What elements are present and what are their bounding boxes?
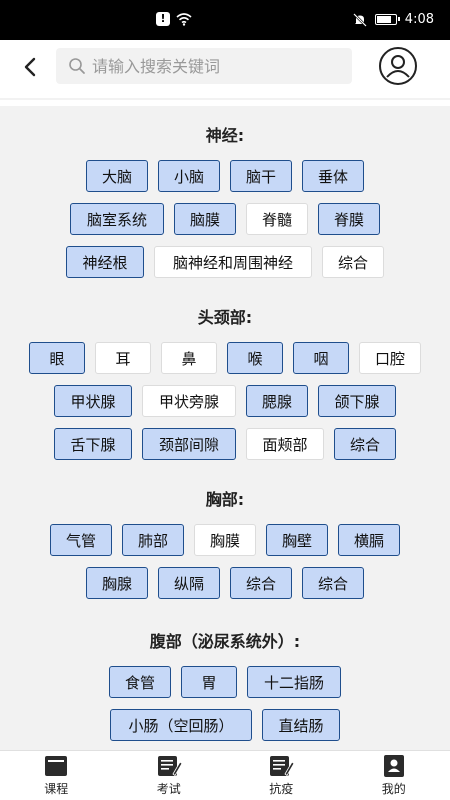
status-left: ! (156, 12, 192, 26)
category-tag[interactable]: 脑干 (230, 160, 292, 192)
category-tag[interactable]: 综合 (334, 428, 396, 460)
nav-course[interactable]: 课程 (0, 751, 113, 800)
nav-profile[interactable]: 我的 (338, 751, 450, 800)
tag-row: 甲状腺 甲状旁腺 腮腺 颌下腺 (0, 385, 450, 417)
category-tag[interactable]: 甲状腺 (54, 385, 132, 417)
category-tag[interactable]: 横膈 (338, 524, 400, 556)
nav-label: 考试 (156, 782, 181, 796)
tag-row: 小肠（空回肠） 直结肠 (0, 709, 450, 741)
category-tag[interactable]: 气管 (50, 524, 112, 556)
category-tag[interactable]: 颌下腺 (318, 385, 396, 417)
category-tag[interactable]: 胸腺 (86, 567, 148, 599)
category-tag[interactable]: 舌下腺 (54, 428, 132, 460)
tag-row: 大脑 小脑 脑干 垂体 (0, 160, 450, 192)
category-tag[interactable]: 脑室系统 (70, 203, 164, 235)
category-tag[interactable]: 腮腺 (246, 385, 308, 417)
category-tag[interactable]: 胸壁 (266, 524, 328, 556)
tag-row: 脑室系统 脑膜 脊髓 脊膜 (0, 203, 450, 235)
category-tag[interactable]: 耳 (95, 342, 151, 374)
wifi-icon (176, 12, 192, 26)
category-tag[interactable]: 脑神经和周围神经 (154, 246, 312, 278)
category-tag[interactable]: 眼 (29, 342, 85, 374)
status-bar: ! 4:08 (0, 0, 450, 40)
category-tag[interactable]: 十二指肠 (247, 666, 341, 698)
category-list: 神经: 大脑 小脑 脑干 垂体 脑室系统 脑膜 脊髓 脊膜 神经根 脑神经和周围神经 综合 头颈部: 眼耳… (0, 98, 450, 750)
category-tag[interactable]: 胃 (181, 666, 237, 698)
tag-row: 神经根 脑神经和周围神经 综合 (0, 246, 450, 278)
category-tag[interactable]: 综合 (302, 567, 364, 599)
bottom-nav: 课程 考试 抗疫 我的 (0, 750, 450, 800)
tag-row: 气管 肺部 胸膜 胸壁 横膈 (0, 524, 450, 556)
category-tag[interactable]: 神经根 (66, 246, 144, 278)
antiepidemic-icon (270, 756, 295, 777)
section-title: 神经: (205, 126, 245, 145)
tag-row: 舌下腺 颈部间隙 面颊部 综合 (0, 428, 450, 460)
category-tag[interactable]: 大脑 (86, 160, 148, 192)
category-tag[interactable]: 肺部 (122, 524, 184, 556)
section-title: 头颈部: (197, 308, 253, 327)
category-tag[interactable]: 颈部间隙 (142, 428, 236, 460)
category-tag[interactable]: 脊髓 (246, 203, 308, 235)
section-title: 胸部: (205, 490, 245, 509)
section-title: 腹部（泌尿系统外）: (149, 632, 301, 651)
search-bar[interactable] (56, 48, 352, 84)
category-tag[interactable]: 口腔 (359, 342, 421, 374)
user-avatar-icon[interactable] (378, 46, 418, 86)
tag-row: 胸腺 纵隔 综合 综合 (0, 567, 450, 599)
category-tag[interactable]: 纵隔 (158, 567, 220, 599)
profile-icon (383, 755, 404, 777)
category-tag[interactable]: 脑膜 (174, 203, 236, 235)
category-tag[interactable]: 脊膜 (318, 203, 380, 235)
category-tag[interactable]: 综合 (230, 567, 292, 599)
category-tag[interactable]: 咽 (293, 342, 349, 374)
category-tag[interactable]: 鼻 (161, 342, 217, 374)
category-tag[interactable]: 喉 (227, 342, 283, 374)
category-tag[interactable]: 直结肠 (262, 709, 340, 741)
category-tag[interactable]: 胸膜 (194, 524, 256, 556)
search-input[interactable] (92, 56, 332, 76)
category-tag[interactable]: 综合 (322, 246, 384, 278)
nav-label: 课程 (44, 782, 69, 796)
battery-icon (374, 14, 400, 25)
nav-antiepidemic[interactable]: 抗疫 (225, 751, 338, 800)
clock: 4:08 (404, 12, 434, 27)
status-right: 4:08 (352, 12, 434, 27)
search-icon (69, 58, 85, 74)
nav-label: 抗疫 (269, 782, 294, 796)
category-tag[interactable]: 食管 (109, 666, 171, 698)
app-root: ! 4:08 请输入搜索关键词 神经: 大脑 小脑 脑干 垂体 脑室系统 脑膜 … (0, 0, 450, 800)
category-tag[interactable]: 小肠（空回肠） (110, 709, 252, 741)
app-header (0, 40, 450, 98)
category-tag[interactable]: 甲状旁腺 (142, 385, 236, 417)
exam-icon (157, 756, 182, 777)
nav-label: 我的 (381, 782, 406, 796)
category-tag[interactable]: 垂体 (302, 160, 364, 192)
alert-icon: ! (156, 12, 170, 26)
course-icon (45, 756, 68, 776)
back-icon[interactable] (18, 52, 42, 82)
tag-row: 眼耳鼻喉咽口腔 (0, 342, 450, 374)
category-tag[interactable]: 面颊部 (246, 428, 324, 460)
header-divider (0, 100, 450, 106)
tag-row: 食管胃十二指肠 (0, 666, 450, 698)
bell-off-icon (352, 12, 367, 27)
category-tag[interactable]: 小脑 (158, 160, 220, 192)
nav-exam[interactable]: 考试 (113, 751, 226, 800)
